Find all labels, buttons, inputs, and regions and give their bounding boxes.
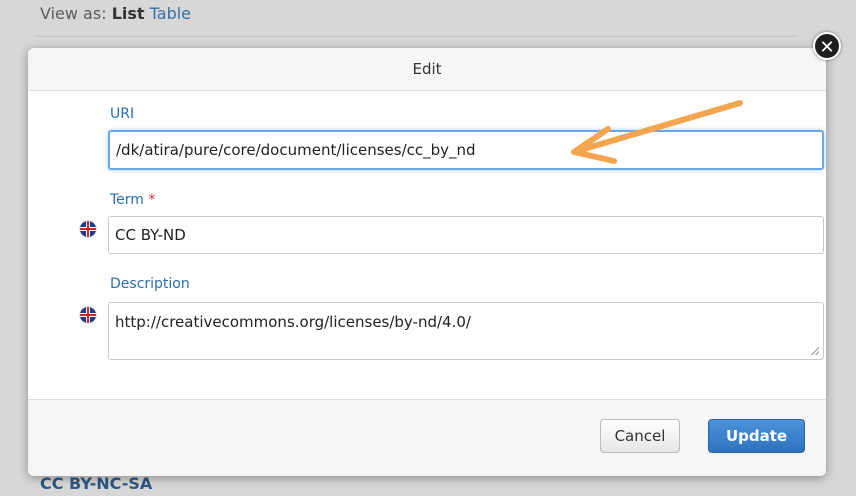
resize-grip-icon[interactable] [811, 347, 819, 355]
close-icon[interactable]: ✕ [813, 32, 841, 60]
annotation-arrow [571, 100, 743, 164]
description-textarea[interactable]: http://creativecommons.org/licenses/by-n… [108, 302, 824, 360]
uri-value: /dk/atira/pure/core/document/licenses/cc… [116, 141, 476, 159]
uk-flag-icon[interactable] [80, 221, 96, 237]
cancel-button[interactable]: Cancel [600, 419, 680, 453]
term-label: Term * [110, 192, 155, 208]
dialog-footer [28, 399, 826, 476]
uri-label: URI [110, 106, 135, 122]
description-value: http://creativecommons.org/licenses/by-n… [115, 313, 471, 331]
dialog-title: Edit [28, 48, 826, 91]
term-input[interactable]: CC BY-ND [108, 216, 824, 254]
uk-flag-icon[interactable] [80, 307, 96, 323]
description-label: Description [110, 276, 190, 292]
required-mark: * [148, 192, 156, 208]
term-value: CC BY-ND [115, 226, 186, 244]
update-button[interactable]: Update [708, 419, 805, 453]
term-label-text: Term [110, 192, 144, 208]
